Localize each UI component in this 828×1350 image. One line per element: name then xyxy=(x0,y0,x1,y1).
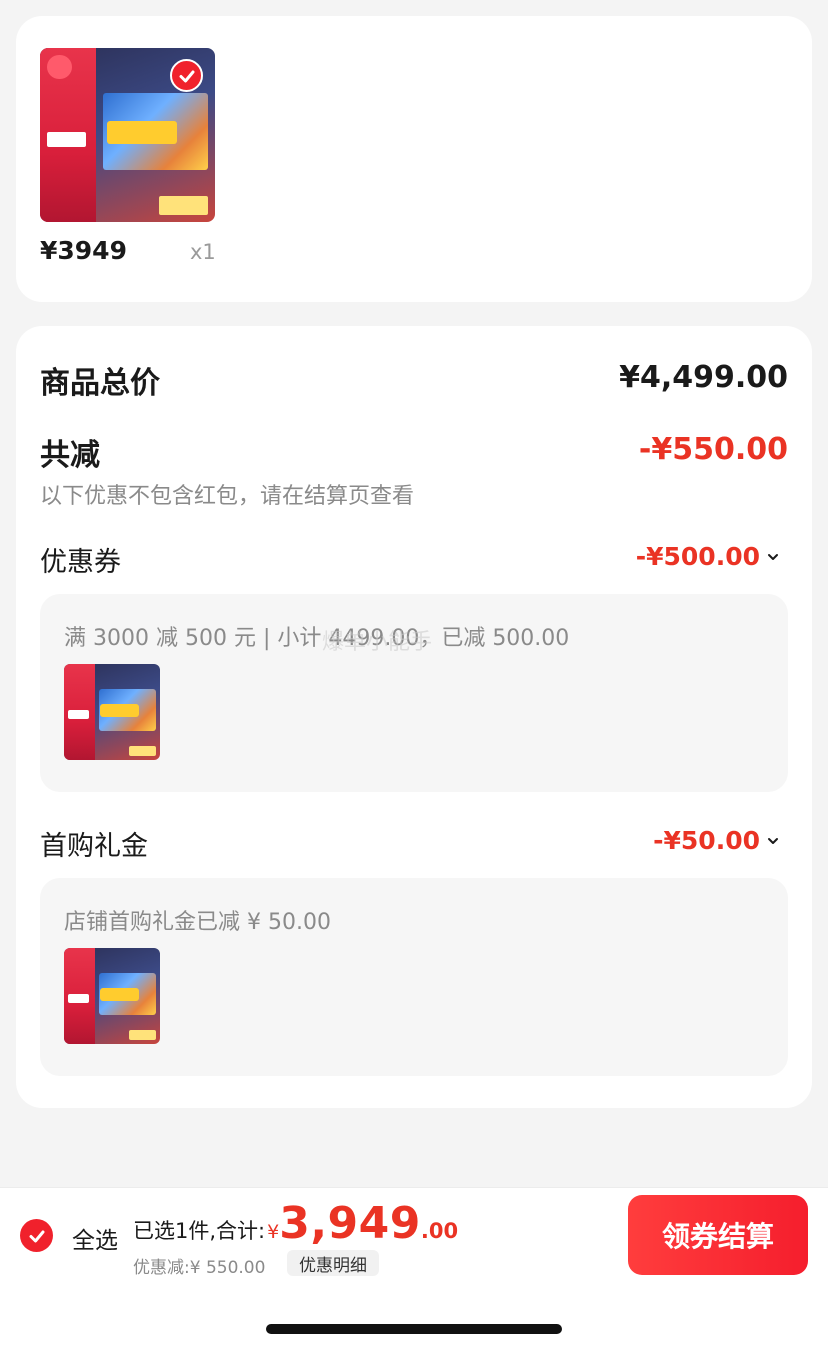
checkout-button[interactable]: 领券结算 xyxy=(628,1195,808,1275)
total-integer: 3,949 xyxy=(279,1198,421,1249)
home-indicator[interactable] xyxy=(266,1324,562,1334)
total-line: 已选1件,合计: ¥ 3,949 .00 xyxy=(133,1198,458,1249)
total-discount-label: 共减 xyxy=(40,438,100,473)
ad-badge xyxy=(47,54,72,80)
ad-banner xyxy=(100,704,139,717)
discount-amount: 优惠减:¥ 550.00 xyxy=(133,1258,266,1278)
first-purchase-label: 首购礼金 xyxy=(40,831,148,862)
chevron-down-icon xyxy=(768,837,778,844)
checkout-bar: 全选 已选1件,合计: ¥ 3,949 .00 优惠减:¥ 550.00 优惠明… xyxy=(0,1187,828,1281)
first-purchase-toggle[interactable]: -¥50.00 xyxy=(653,826,782,855)
home-area xyxy=(0,1281,828,1350)
coupon-detail: 满 3000 减 500 元 | 小计 4499.00，已减 500.00 xyxy=(64,626,570,651)
ad-banner xyxy=(106,121,177,144)
first-purchase-value: -¥50.00 xyxy=(653,826,760,855)
total-discount-value: -¥550.00 xyxy=(638,432,788,467)
first-purchase-panel: 店铺首购礼金已减 ¥ 50.00 xyxy=(40,878,788,1076)
discount-detail-button[interactable]: 优惠明细 xyxy=(287,1250,379,1276)
ad-corner-tag xyxy=(159,195,208,216)
select-all-label[interactable]: 全选 xyxy=(72,1221,118,1255)
watermark: 爆单小能手 xyxy=(322,630,433,655)
coupon-panel: 满 3000 减 500 元 | 小计 4499.00，已减 500.00 爆单… xyxy=(40,594,788,792)
chevron-down-icon xyxy=(768,553,778,560)
product-quantity: x1 xyxy=(190,240,216,264)
ad-banner xyxy=(100,988,139,1001)
coupon-value: -¥500.00 xyxy=(635,542,760,571)
select-all-check-icon[interactable] xyxy=(20,1219,53,1252)
first-purchase-product-thumb[interactable] xyxy=(64,948,160,1044)
coupon-label: 优惠券 xyxy=(40,547,121,578)
product-price: ¥3949 xyxy=(40,236,127,265)
ad-corner-tag xyxy=(129,1029,157,1041)
coupon-product-thumb[interactable] xyxy=(64,664,160,760)
ad-price-tag xyxy=(67,710,89,719)
ad-corner-tag xyxy=(129,745,157,757)
discount-note: 以下优惠不包含红包，请在结算页查看 xyxy=(40,484,415,509)
subtotal-label: 商品总价 xyxy=(40,366,160,401)
product-card: ¥3949 x1 xyxy=(16,16,812,302)
price-summary-card: 商品总价 ¥4,499.00 共减 -¥550.00 以下优惠不包含红包，请在结… xyxy=(16,326,812,1108)
total-currency: ¥ xyxy=(267,1221,280,1243)
coupon-toggle[interactable]: -¥500.00 xyxy=(636,542,782,571)
product-selected-check-icon[interactable] xyxy=(170,59,203,92)
first-purchase-detail: 店铺首购礼金已减 ¥ 50.00 xyxy=(64,910,331,935)
ad-price-tag xyxy=(67,994,89,1003)
selected-count-text: 已选1件,合计: xyxy=(133,1219,266,1243)
ad-price-tag xyxy=(47,131,86,148)
total-decimal: .00 xyxy=(420,1219,459,1243)
subtotal-value: ¥4,499.00 xyxy=(619,360,788,395)
